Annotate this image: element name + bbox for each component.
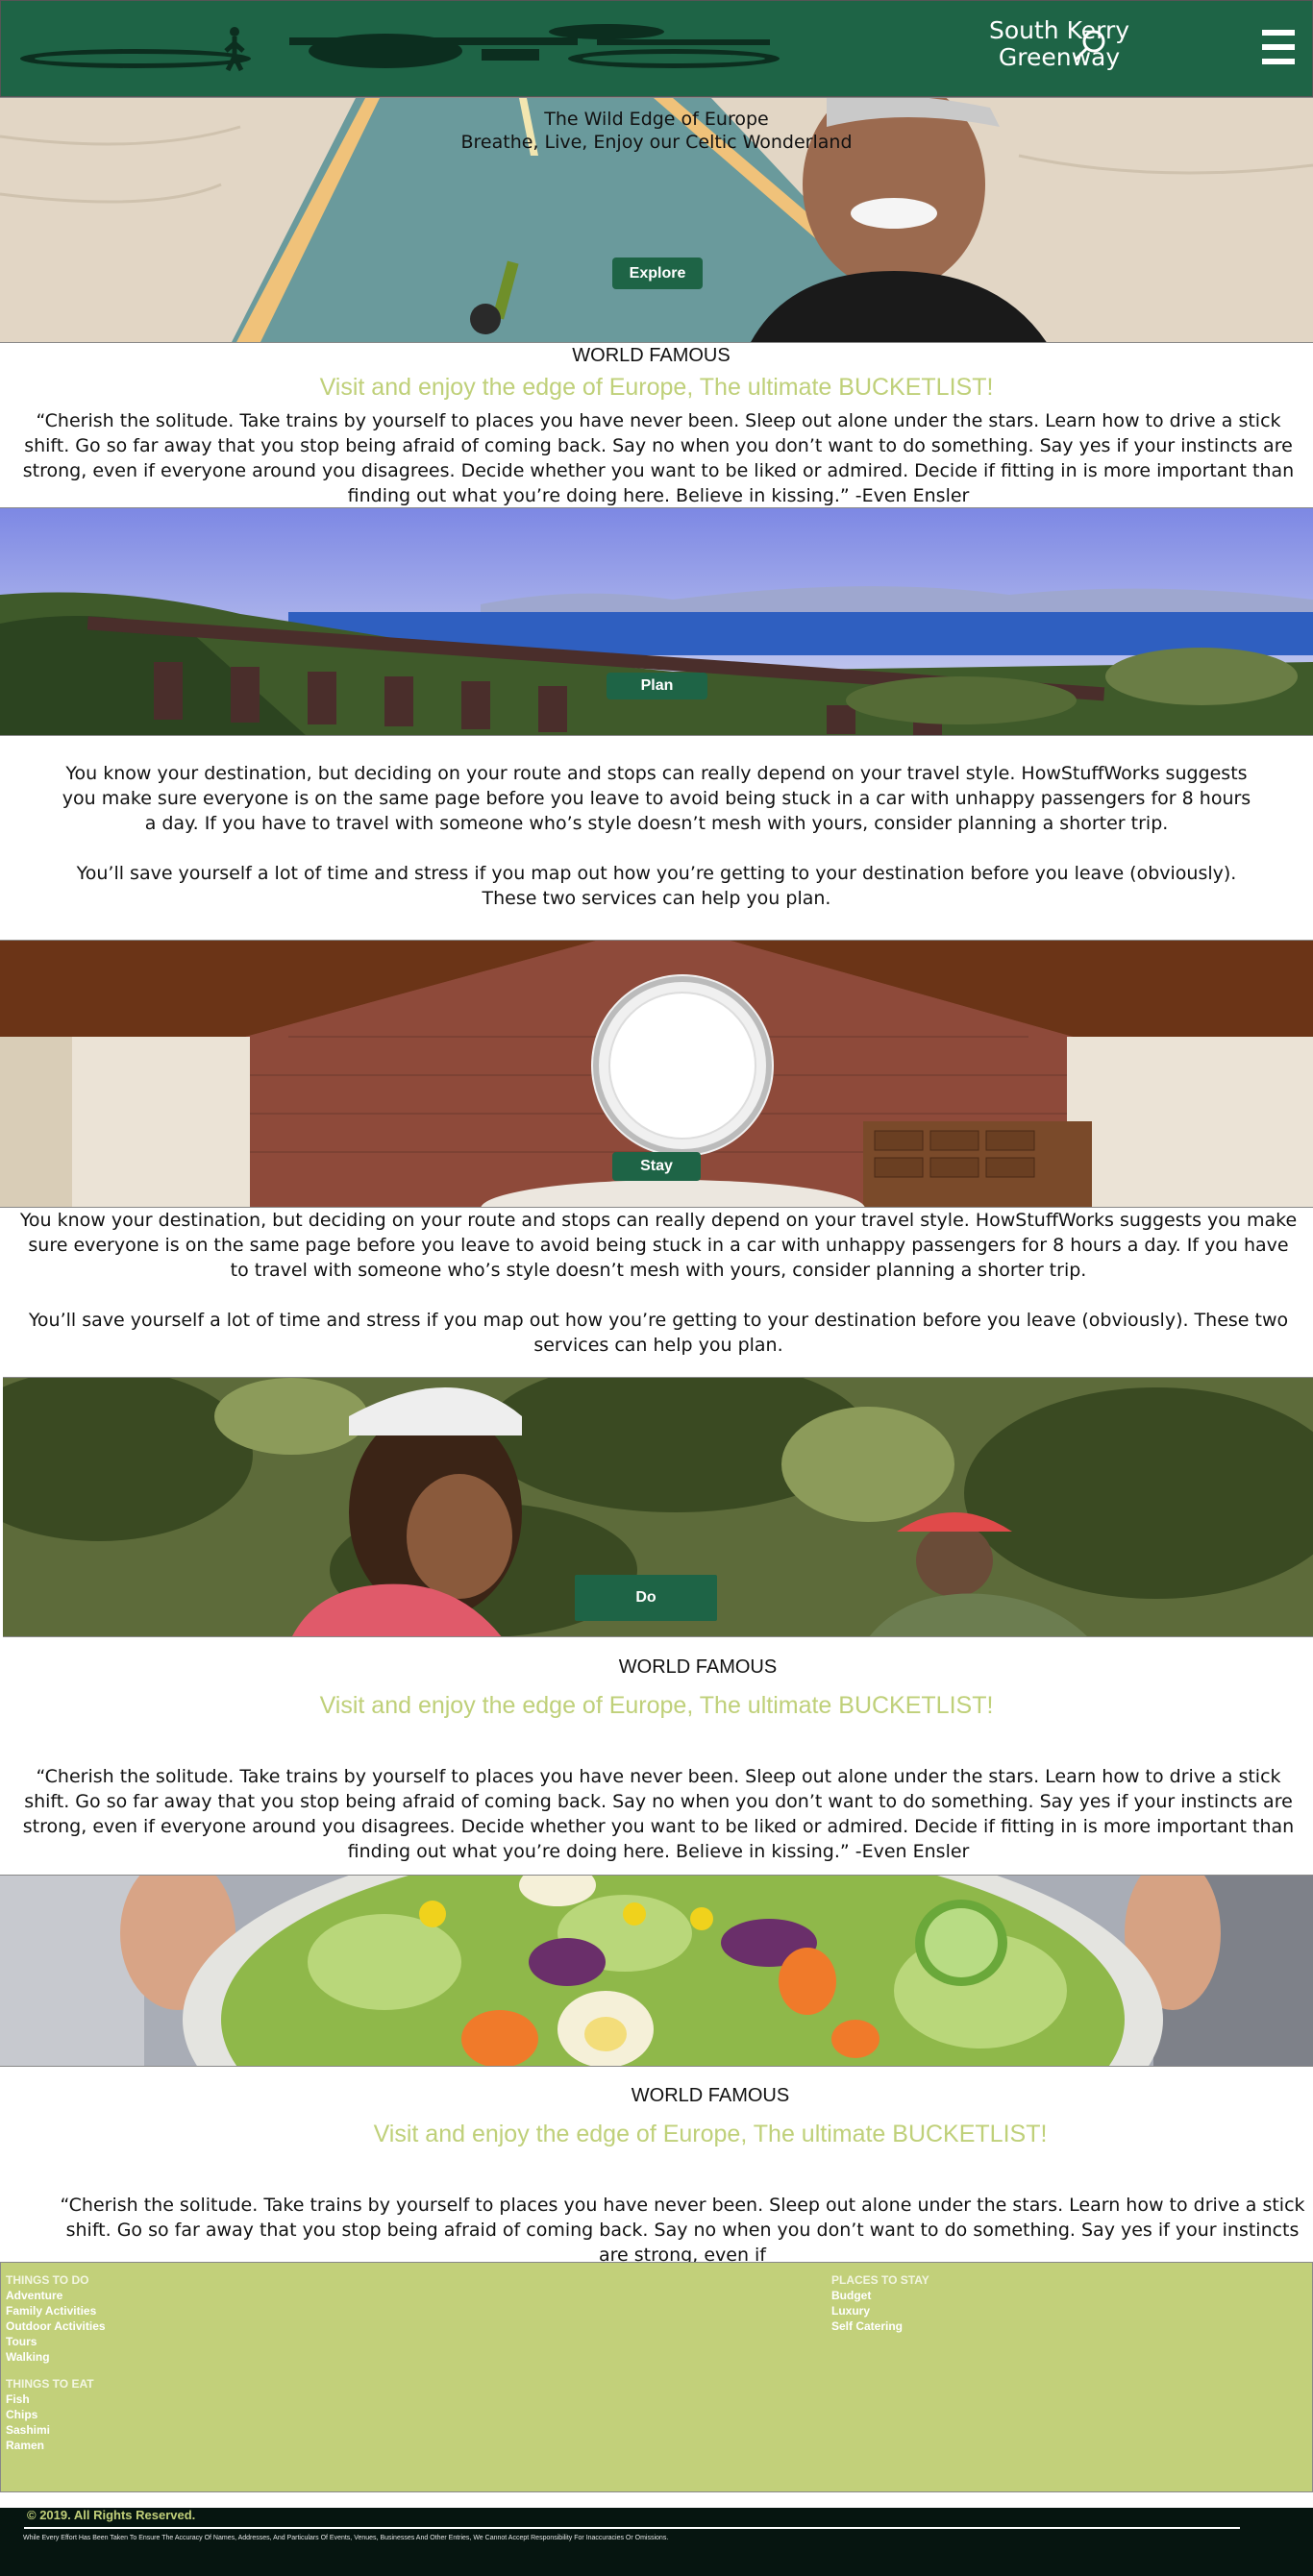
- things-to-eat-column: THINGS TO EAT Fish Chips Sashimi Ramen: [6, 2376, 94, 2453]
- plan-button[interactable]: Plan: [607, 673, 707, 699]
- section-quote: “Cherish the solitude. Take trains by yo…: [22, 410, 1295, 506]
- do-headline: Visit and enjoy the edge of Europe, The …: [319, 1692, 994, 1719]
- plan-image: [0, 507, 1313, 736]
- footer-link-fish[interactable]: Fish: [6, 2392, 94, 2407]
- hero-title: The Wild Edge of Europe: [544, 109, 769, 130]
- eat-kicker: WORLD FAMOUS: [631, 2085, 790, 2106]
- copyright: © 2019. All Rights Reserved.: [27, 2508, 196, 2522]
- footer-link-budget[interactable]: Budget: [831, 2288, 929, 2303]
- things-to-do-column: THINGS TO DO Adventure Family Activities…: [6, 2272, 106, 2365]
- do-button[interactable]: Do: [575, 1575, 717, 1621]
- plan-paragraph-1: You know your destination, but deciding …: [62, 763, 1251, 834]
- section-headline: Visit and enjoy the edge of Europe, The …: [319, 374, 994, 401]
- site-header: South Kerry Greenway: [0, 0, 1313, 97]
- footer-link-luxury[interactable]: Luxury: [831, 2303, 929, 2318]
- footer-link-family-activities[interactable]: Family Activities: [6, 2303, 106, 2318]
- stay-paragraph-2: You’ll save yourself a lot of time and s…: [28, 1310, 1289, 1356]
- footer-bottom: © 2019. All Rights Reserved. While Every…: [0, 2508, 1313, 2576]
- footer-link-walking[interactable]: Walking: [6, 2349, 106, 2365]
- section-kicker: WORLD FAMOUS: [572, 345, 731, 366]
- search-icon[interactable]: [1070, 25, 1106, 61]
- places-to-stay-column: PLACES TO STAY Budget Luxury Self Cateri…: [831, 2272, 929, 2334]
- footer-link-outdoor-activities[interactable]: Outdoor Activities: [6, 2318, 106, 2334]
- footer-link-chips[interactable]: Chips: [6, 2407, 94, 2422]
- plan-paragraph-2: You’ll save yourself a lot of time and s…: [76, 863, 1237, 909]
- things-to-eat-heading: THINGS TO EAT: [6, 2377, 94, 2391]
- explore-button[interactable]: Explore: [612, 258, 703, 289]
- eat-quote: “Cherish the solitude. Take trains by yo…: [60, 2195, 1305, 2266]
- footer-link-sashimi[interactable]: Sashimi: [6, 2422, 94, 2438]
- brand-line-2: Greenway: [998, 43, 1121, 71]
- footer-link-self-catering[interactable]: Self Catering: [831, 2318, 929, 2334]
- salad-bowl-photo: [0, 1876, 1313, 2066]
- bridge-landscape-photo: [0, 508, 1313, 735]
- footer-link-tours[interactable]: Tours: [6, 2334, 106, 2349]
- footer-divider: [24, 2527, 1240, 2529]
- places-to-stay-heading: PLACES TO STAY: [831, 2273, 929, 2287]
- do-kicker: WORLD FAMOUS: [618, 1656, 778, 1678]
- footer-links: THINGS TO DO Adventure Family Activities…: [0, 2262, 1313, 2492]
- brand-line-1: South Kerry: [988, 16, 1130, 44]
- eat-headline: Visit and enjoy the edge of Europe, The …: [373, 2121, 1048, 2147]
- things-to-do-heading: THINGS TO DO: [6, 2273, 89, 2287]
- disclaimer: While Every Effort Has Been Taken To Ens…: [23, 2535, 669, 2541]
- brand-name[interactable]: South Kerry Greenway: [978, 17, 1141, 71]
- footer-link-adventure[interactable]: Adventure: [6, 2288, 106, 2303]
- footer-link-ramen[interactable]: Ramen: [6, 2438, 94, 2453]
- hamburger-icon[interactable]: [1262, 30, 1295, 64]
- stay-paragraph-1: You know your destination, but deciding …: [19, 1210, 1298, 1281]
- stay-button[interactable]: Stay: [612, 1152, 701, 1181]
- do-quote: “Cherish the solitude. Take trains by yo…: [22, 1766, 1295, 1862]
- eat-image: [0, 1875, 1313, 2067]
- hero-subtitle: Breathe, Live, Enjoy our Celtic Wonderla…: [460, 132, 853, 153]
